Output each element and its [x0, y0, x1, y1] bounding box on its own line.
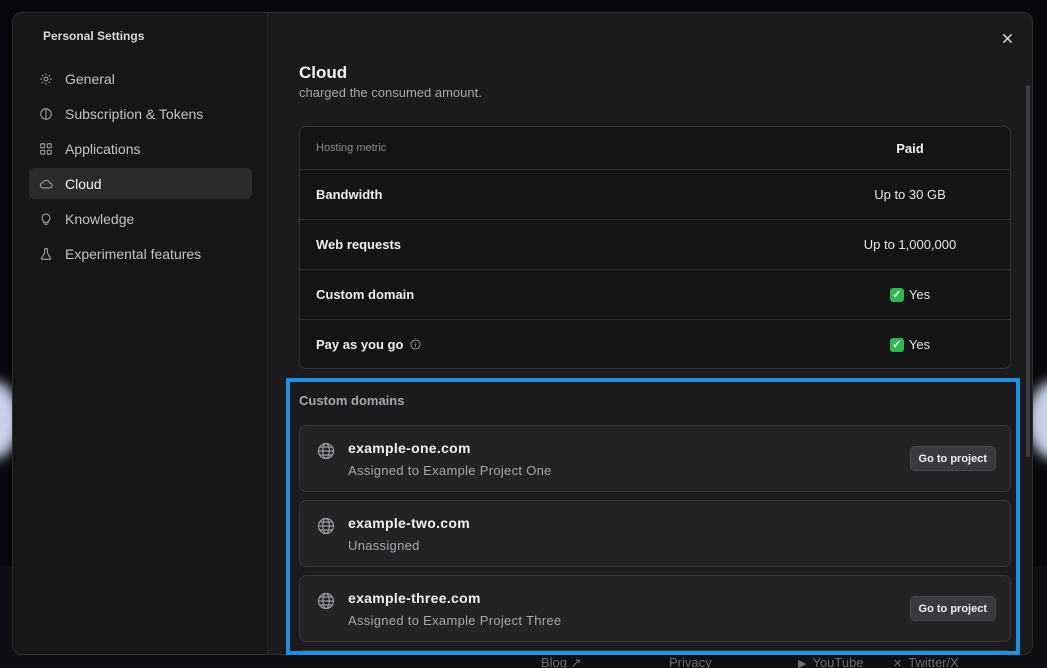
- metric-name: Web requests: [316, 237, 402, 252]
- domain-name: example-two.com: [348, 515, 470, 531]
- sidebar-item-label: Applications: [65, 140, 141, 157]
- flask-icon: [39, 247, 53, 261]
- globe-icon: [317, 592, 335, 610]
- gear-icon: [39, 72, 53, 86]
- settings-sidebar: Personal Settings General Subscription &…: [13, 13, 268, 654]
- domain-status: Assigned to Example Project Three: [348, 613, 562, 628]
- checkmark-icon: ✓: [889, 287, 904, 302]
- youtube-icon: ▶: [798, 658, 807, 668]
- domain-card: example-one.com Assigned to Example Proj…: [299, 425, 1011, 492]
- metric-name: Pay as you go: [316, 320, 421, 368]
- column-header-plan: Paid: [896, 140, 924, 156]
- metric-value: ✓ Yes: [810, 320, 1010, 368]
- custom-domains-section: Custom domains example-one.com Assigned …: [299, 393, 1011, 654]
- settings-modal: Personal Settings General Subscription &…: [12, 12, 1033, 655]
- sidebar-item-label: General: [65, 70, 115, 87]
- globe-icon: [317, 517, 335, 535]
- checkmark-icon: ✓: [889, 337, 904, 352]
- footer-link-twitter[interactable]: ✕ Twitter/X: [893, 655, 959, 668]
- table-row: Bandwidth Up to 30 GB: [300, 169, 1010, 219]
- metric-value: Up to 1,000,000: [863, 237, 957, 252]
- x-icon: ✕: [893, 658, 903, 668]
- table-row: Web requests Up to 1,000,000: [300, 219, 1010, 269]
- settings-content: Cloud charged the consumed amount. Hosti…: [269, 13, 1032, 654]
- metric-value: ✓ Yes: [810, 270, 1010, 319]
- apps-grid-icon: [39, 142, 53, 156]
- domain-status: Assigned to Example Project One: [348, 463, 552, 478]
- table-row: Pay as you go ✓ Yes: [300, 319, 1010, 368]
- metric-name: Custom domain: [316, 287, 415, 302]
- sidebar-nav: General Subscription & Tokens Applicatio…: [29, 63, 252, 273]
- domain-name: example-three.com: [348, 590, 481, 606]
- footer-links: Blog ↗ Privacy ▶ YouTube ✕ Twitter/X: [0, 655, 1047, 668]
- sidebar-item-general[interactable]: General: [29, 63, 252, 94]
- sidebar-item-experimental[interactable]: Experimental features: [29, 238, 252, 269]
- sidebar-item-subscription[interactable]: Subscription & Tokens: [29, 98, 252, 129]
- footer-link-blog[interactable]: Blog ↗: [541, 655, 582, 668]
- hosting-metrics-table: Hosting metric Paid Bandwidth Up to 30 G…: [299, 126, 1011, 369]
- go-to-project-button[interactable]: Go to project: [909, 596, 996, 621]
- table-header: Hosting metric Paid: [300, 127, 1010, 169]
- sidebar-item-label: Subscription & Tokens: [65, 105, 204, 122]
- sidebar-item-applications[interactable]: Applications: [29, 133, 252, 164]
- truncated-description: charged the consumed amount.: [299, 88, 482, 100]
- column-header-metric: Hosting metric: [316, 142, 387, 154]
- table-row: Custom domain ✓ Yes: [300, 269, 1010, 319]
- domain-name: example-one.com: [348, 440, 471, 456]
- lightbulb-icon: [39, 212, 53, 226]
- scrollbar[interactable]: [1026, 85, 1030, 457]
- metric-name: Bandwidth: [316, 187, 383, 202]
- page-title: Cloud: [299, 63, 348, 82]
- footer-link-youtube[interactable]: ▶ YouTube: [798, 655, 864, 668]
- domain-card: example-two.com Unassigned: [299, 500, 1011, 567]
- info-icon[interactable]: [410, 339, 421, 350]
- coin-icon: [39, 107, 53, 121]
- domain-card: [299, 650, 1011, 654]
- sidebar-item-label: Experimental features: [65, 245, 202, 262]
- sidebar-title: Personal Settings: [43, 29, 145, 43]
- domain-card: example-three.com Assigned to Example Pr…: [299, 575, 1011, 642]
- cloud-icon: [39, 177, 53, 191]
- section-label: Custom domains: [299, 393, 405, 408]
- go-to-project-button[interactable]: Go to project: [909, 446, 996, 471]
- sidebar-item-cloud[interactable]: Cloud: [29, 168, 252, 199]
- globe-icon: [317, 442, 335, 460]
- domain-status: Unassigned: [348, 538, 420, 553]
- sidebar-item-label: Knowledge: [65, 210, 135, 227]
- sidebar-item-label: Cloud: [65, 175, 102, 192]
- footer-link-privacy[interactable]: Privacy: [669, 655, 712, 668]
- sidebar-item-knowledge[interactable]: Knowledge: [29, 203, 252, 234]
- metric-value: Up to 30 GB: [874, 187, 946, 202]
